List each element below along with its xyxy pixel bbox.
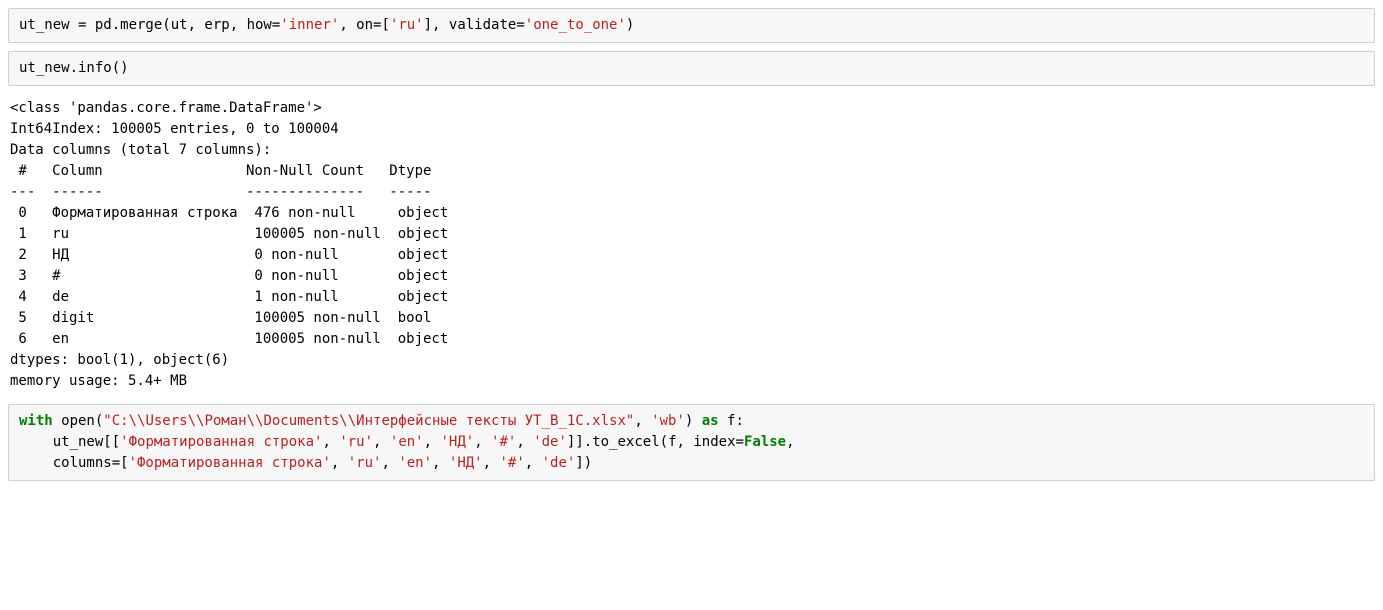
string-token: 'НД': [449, 455, 483, 471]
string-token: '#': [491, 434, 516, 450]
keyword-token: as: [702, 413, 719, 429]
string-token: 'ru': [339, 434, 373, 450]
code-token: ,: [381, 455, 398, 471]
string-token: 'one_to_one': [525, 17, 626, 33]
keyword-token: with: [19, 413, 53, 429]
code-token: ,: [432, 455, 449, 471]
code-token: ,: [525, 455, 542, 471]
code-token: open(: [53, 413, 104, 429]
output-line: 5 digit 100005 non-null bool: [10, 310, 448, 326]
code-token: ,: [634, 413, 651, 429]
output-line: Int64Index: 100005 entries, 0 to 100004: [10, 121, 339, 137]
code-token: , on=[: [339, 17, 390, 33]
code-token: ,: [786, 434, 794, 450]
output-line: --- ------ -------------- -----: [10, 184, 440, 200]
string-token: 'en': [398, 455, 432, 471]
string-token: 'Форматированная строка': [120, 434, 322, 450]
output-line: 1 ru 100005 non-null object: [10, 226, 448, 242]
output-line: Data columns (total 7 columns):: [10, 142, 271, 158]
code-token: ): [685, 413, 702, 429]
code-token: ,: [424, 434, 441, 450]
output-line: # Column Non-Null Count Dtype: [10, 163, 440, 179]
code-token: ,: [322, 434, 339, 450]
code-token: ,: [331, 455, 348, 471]
code-token: ,: [483, 455, 500, 471]
code-token: ut_new = pd.merge(ut, erp, how=: [19, 17, 280, 33]
output-line: 3 # 0 non-null object: [10, 268, 448, 284]
code-cell-1[interactable]: ut_new = pd.merge(ut, erp, how='inner', …: [8, 8, 1375, 43]
code-token: columns=[: [19, 455, 129, 471]
output-line: 6 en 100005 non-null object: [10, 331, 448, 347]
string-token: '#': [499, 455, 524, 471]
code-token: ,: [474, 434, 491, 450]
code-token: ]): [575, 455, 592, 471]
output-line: dtypes: bool(1), object(6): [10, 352, 229, 368]
output-cell: <class 'pandas.core.frame.DataFrame'> In…: [8, 94, 1375, 404]
output-line: 0 Форматированная строка 476 non-null ob…: [10, 205, 448, 221]
string-token: 'de': [542, 455, 576, 471]
code-token: ut_new[[: [19, 434, 120, 450]
string-token: "C:\\Users\\Роман\\Documents\\Интерфейсн…: [103, 413, 634, 429]
string-token: 'НД': [440, 434, 474, 450]
code-token: ,: [373, 434, 390, 450]
code-token: ut_new.info(): [19, 60, 129, 76]
bool-token: False: [744, 434, 786, 450]
code-token: ], validate=: [424, 17, 525, 33]
string-token: 'ru': [348, 455, 382, 471]
string-token: 'ru': [390, 17, 424, 33]
code-token: f:: [719, 413, 744, 429]
string-token: 'en': [390, 434, 424, 450]
string-token: 'inner': [280, 17, 339, 33]
output-line: 4 de 1 non-null object: [10, 289, 448, 305]
output-line: 2 НД 0 non-null object: [10, 247, 448, 263]
code-token: ,: [516, 434, 533, 450]
code-cell-2[interactable]: ut_new.info(): [8, 51, 1375, 86]
string-token: 'de': [533, 434, 567, 450]
code-token: ): [626, 17, 634, 33]
code-cell-3[interactable]: with open("C:\\Users\\Роман\\Documents\\…: [8, 404, 1375, 481]
string-token: 'wb': [651, 413, 685, 429]
output-line: <class 'pandas.core.frame.DataFrame'>: [10, 100, 322, 116]
output-line: memory usage: 5.4+ MB: [10, 373, 187, 389]
code-token: ]].to_excel(f, index=: [567, 434, 744, 450]
string-token: 'Форматированная строка': [129, 455, 331, 471]
